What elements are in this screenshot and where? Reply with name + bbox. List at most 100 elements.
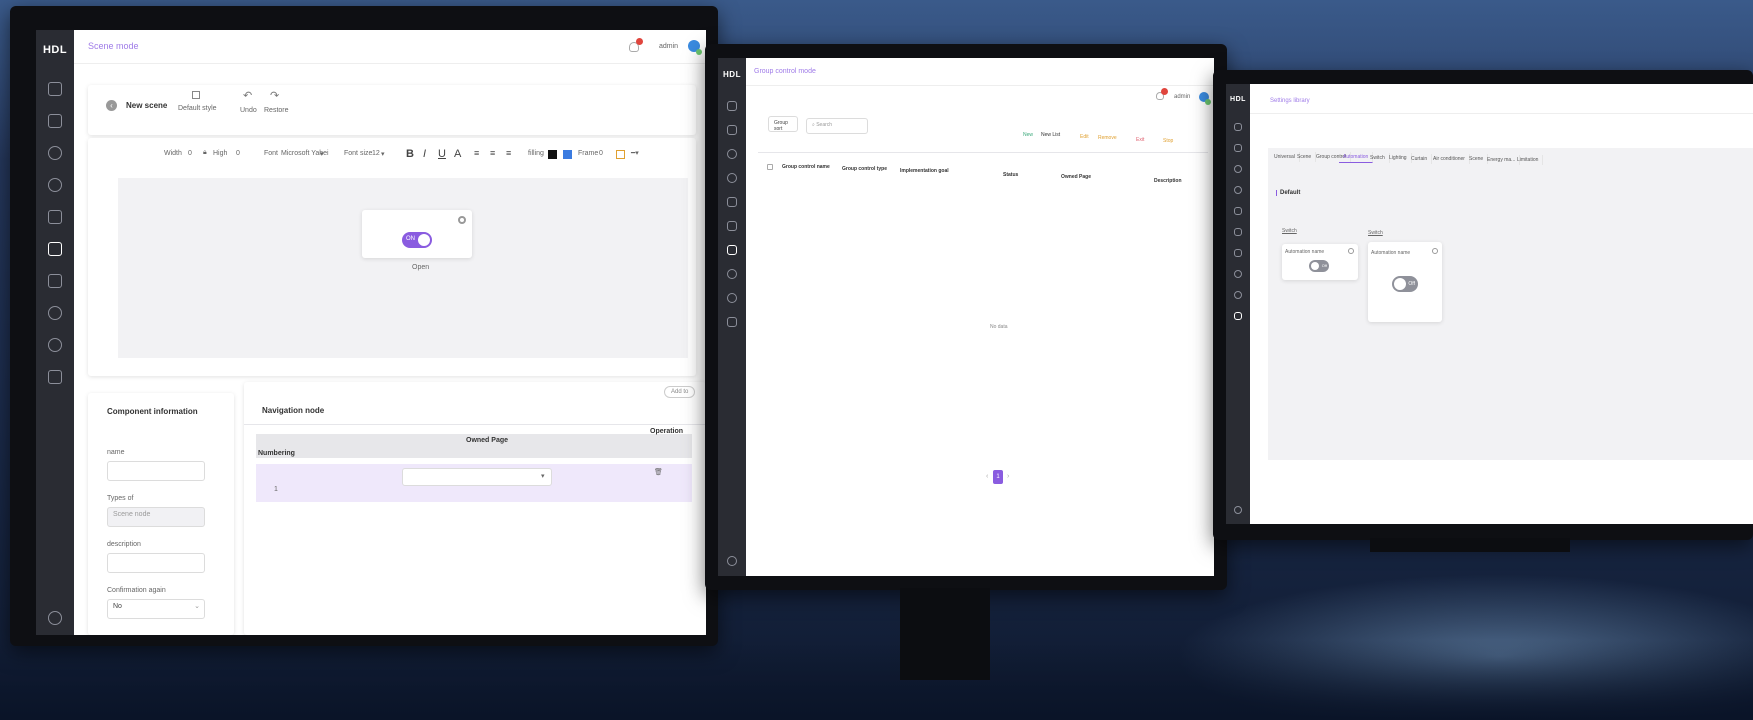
image-icon[interactable] [563,150,572,159]
user-name[interactable]: admin [1174,94,1190,100]
list-icon[interactable] [727,125,737,135]
scene-clapper-icon[interactable] [48,242,62,256]
settings-icon[interactable] [1234,506,1242,514]
confirmation-select[interactable]: No ⌄ [107,599,205,619]
grid-icon[interactable] [48,210,62,224]
user-icon[interactable] [48,338,62,352]
document-icon[interactable] [727,245,737,255]
editor-toolbar: ‹ New scene Default style ↶ Undo ↷ Resto… [88,85,696,135]
bold-button[interactable]: B [406,148,414,160]
lock-icon[interactable]: 🔒︎ [203,149,207,157]
search-placeholder: Search [816,122,833,128]
prev-page-button[interactable]: ‹ [986,473,988,480]
tab-air-conditioner[interactable]: Air conditioner [1429,154,1470,164]
default-style-icon[interactable] [192,91,200,99]
chevron-down-icon[interactable]: ▾ [381,150,385,158]
user-icon[interactable] [1234,291,1242,299]
restore-button[interactable]: Restore [264,107,289,114]
avatar[interactable] [688,40,702,55]
undo-icon[interactable]: ↶ [243,89,252,102]
tab-limitation[interactable]: Limitation [1513,155,1544,165]
stop-button[interactable]: Stop [1163,138,1173,144]
layers-icon[interactable] [48,370,62,384]
frame-select[interactable]: 0 [599,150,603,157]
next-page-button[interactable]: › [1007,473,1009,480]
align-right-icon[interactable]: ≡ [506,148,511,158]
user-name[interactable]: admin [659,43,678,50]
fill-color-swatch[interactable] [548,150,557,159]
list-icon[interactable] [48,114,62,128]
switch-toggle[interactable]: ON [402,232,432,248]
name-input[interactable] [107,461,205,481]
italic-button[interactable]: I [423,148,426,160]
automation-card[interactable]: Automation name Off [1282,244,1358,280]
new-button[interactable]: New [1023,132,1033,138]
bell-icon[interactable] [1156,88,1168,100]
chevron-left-icon[interactable]: ‹ [106,100,117,111]
underline-button[interactable]: U [438,148,446,160]
gear-icon[interactable] [1432,248,1438,254]
description-input[interactable] [107,553,205,573]
home-icon[interactable] [1234,123,1242,131]
network-icon[interactable] [48,306,62,320]
user-icon[interactable] [727,293,737,303]
group-sort-select[interactable]: Group sort [768,116,798,132]
column-header: Operation [650,428,684,435]
font-color-button[interactable]: A [454,148,461,160]
document-icon[interactable] [1234,249,1242,257]
network-icon[interactable] [1234,270,1242,278]
network-icon[interactable] [727,269,737,279]
new-list-button[interactable]: New List [1041,132,1060,138]
chevron-down-icon[interactable]: ▾ [541,472,545,480]
align-center-icon[interactable]: ≡ [490,148,495,158]
home-icon[interactable] [48,82,62,96]
switch-component[interactable]: ON [362,210,472,258]
fontsize-select[interactable]: 12 [372,150,380,157]
line-style-select[interactable]: ━▾ [631,149,639,157]
select-all-checkbox[interactable] [767,164,773,170]
remove-button[interactable]: Remove [1098,135,1117,141]
avatar[interactable] [1199,92,1211,105]
design-canvas[interactable]: ON Open [118,178,688,358]
scene-clapper-icon[interactable] [1234,228,1242,236]
align-left-icon[interactable]: ≡ [474,148,479,158]
page-number-button[interactable]: 1 [993,470,1003,484]
owned-page-select[interactable] [402,468,552,486]
document-icon[interactable] [48,274,62,288]
bell-icon[interactable] [629,38,643,52]
settings-icon[interactable] [48,611,62,625]
settings-icon[interactable] [727,556,737,566]
frame-color-swatch[interactable] [616,150,625,159]
column-header: Numbering [258,450,295,457]
exit-button[interactable]: Exit [1136,137,1144,143]
types-input[interactable]: Scene node [107,507,205,527]
redo-icon[interactable]: ↷ [270,89,279,102]
scene-clapper-icon[interactable] [727,221,737,231]
edit-button[interactable]: Edit [1080,134,1089,140]
chevron-down-icon[interactable]: ▾ [320,150,324,158]
high-value[interactable]: 0 [236,150,240,157]
clock-icon[interactable] [48,178,62,192]
layers-icon[interactable] [727,317,737,327]
search-input[interactable]: ⌕ Search [806,118,868,134]
drop-icon[interactable] [1234,165,1242,173]
drop-icon[interactable] [48,146,62,160]
clock-icon[interactable] [727,173,737,183]
list-icon[interactable] [1234,144,1242,152]
gear-icon[interactable] [458,216,466,224]
automation-card[interactable]: Automation name Off [1368,242,1442,322]
layers-icon[interactable] [1234,312,1242,320]
switch-toggle[interactable]: Off [1309,260,1329,272]
grid-icon[interactable] [1234,207,1242,215]
grid-icon[interactable] [727,197,737,207]
default-style-button[interactable]: Default style [178,105,217,112]
delete-icon[interactable]: 🗑︎ [654,468,663,476]
gear-icon[interactable] [1348,248,1354,254]
width-value[interactable]: 0 [188,150,192,157]
drop-icon[interactable] [727,149,737,159]
home-icon[interactable] [727,101,737,111]
clock-icon[interactable] [1234,186,1242,194]
switch-toggle[interactable]: Off [1392,276,1418,292]
undo-button[interactable]: Undo [240,107,257,114]
add-to-button[interactable]: Add to [664,386,696,398]
